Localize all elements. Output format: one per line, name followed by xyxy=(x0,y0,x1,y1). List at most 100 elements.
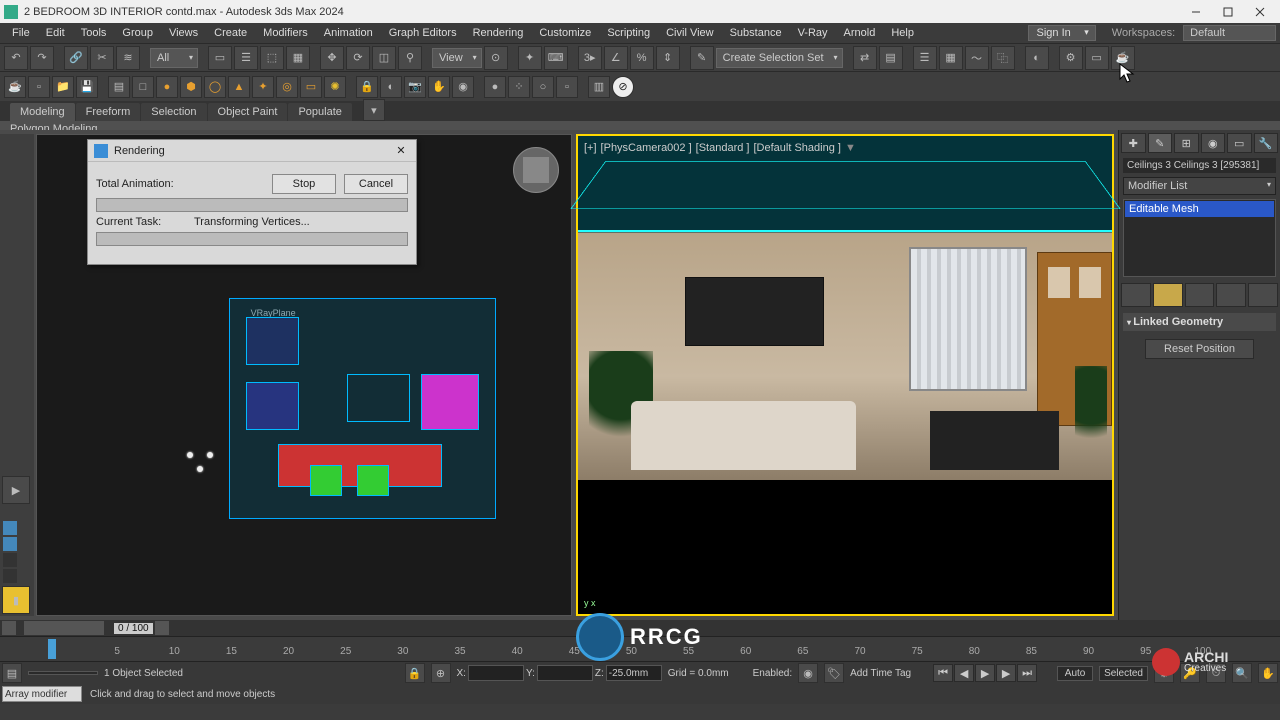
display-panel-tab[interactable]: ▭ xyxy=(1227,133,1252,153)
prev-frame-icon[interactable]: ◀ xyxy=(954,664,974,682)
track-right-arrow-icon[interactable] xyxy=(155,621,169,635)
redo-icon[interactable]: ↷ xyxy=(30,46,54,70)
tab-objectpaint[interactable]: Object Paint xyxy=(208,103,288,121)
menu-grapheditors[interactable]: Graph Editors xyxy=(381,27,465,39)
menu-file[interactable]: File xyxy=(4,27,38,39)
particle-icon[interactable]: ◉ xyxy=(452,76,474,98)
ribbon-ext-icon[interactable]: ▾ xyxy=(363,99,385,121)
object-name-field[interactable]: Ceilings 3 Ceilings 3 [295381] xyxy=(1123,158,1276,173)
menu-create[interactable]: Create xyxy=(206,27,255,39)
lock-selection-icon[interactable]: 🔒 xyxy=(405,663,425,683)
maxscript-mini-listener[interactable] xyxy=(2,686,82,702)
window-crossing-icon[interactable]: ▦ xyxy=(286,46,310,70)
coord-z-input[interactable] xyxy=(606,665,662,681)
time-slider[interactable] xyxy=(24,621,104,635)
vp-standard-label[interactable]: [Standard ] xyxy=(696,142,750,154)
tab-populate[interactable]: Populate xyxy=(288,103,351,121)
tool-icon[interactable]: ✋ xyxy=(428,76,450,98)
pin-stack-icon[interactable] xyxy=(1121,283,1151,307)
transform-type-in[interactable] xyxy=(28,671,98,675)
project-icon[interactable]: ▤ xyxy=(108,76,130,98)
menu-modifiers[interactable]: Modifiers xyxy=(255,27,316,39)
vp-menu-icon[interactable]: ▼ xyxy=(845,142,856,154)
snap-toggle-icon[interactable]: 3▸ xyxy=(578,46,602,70)
render-frame-icon[interactable]: ▭ xyxy=(1085,46,1109,70)
maximize-button[interactable] xyxy=(1212,0,1244,23)
use-center-icon[interactable]: ⊙ xyxy=(484,46,508,70)
box-primitive-icon[interactable]: □ xyxy=(132,76,154,98)
make-unique-icon[interactable] xyxy=(1185,283,1215,307)
geosphere-icon[interactable]: ✦ xyxy=(252,76,274,98)
create-panel-tab[interactable]: ✚ xyxy=(1121,133,1146,153)
render-production-icon[interactable]: ☕ xyxy=(1111,46,1135,70)
selection-lock-icon[interactable]: 🔒 xyxy=(356,76,378,98)
menu-substance[interactable]: Substance xyxy=(722,27,790,39)
menu-arnold[interactable]: Arnold xyxy=(836,27,884,39)
cube-icon[interactable]: ▫ xyxy=(556,76,578,98)
select-object-icon[interactable]: ▭ xyxy=(208,46,232,70)
viewcube-icon[interactable] xyxy=(513,147,559,193)
move-icon[interactable]: ✥ xyxy=(320,46,344,70)
motion-panel-tab[interactable]: ◉ xyxy=(1201,133,1226,153)
grey-sphere-icon[interactable]: ● xyxy=(484,76,506,98)
isolate-icon[interactable]: ◐ xyxy=(380,76,402,98)
menu-help[interactable]: Help xyxy=(883,27,922,39)
dialog-close-button[interactable]: ✕ xyxy=(392,142,410,160)
save-icon[interactable]: 💾 xyxy=(76,76,98,98)
tube-icon[interactable]: ◎ xyxy=(276,76,298,98)
cone-icon[interactable]: ▲ xyxy=(228,76,250,98)
configure-sets-icon[interactable] xyxy=(1248,283,1278,307)
tab-selection[interactable]: Selection xyxy=(141,103,206,121)
align-icon[interactable]: ▤ xyxy=(879,46,903,70)
hierarchy-panel-tab[interactable]: ⊞ xyxy=(1174,133,1199,153)
menu-group[interactable]: Group xyxy=(114,27,161,39)
ref-coord-system[interactable]: View xyxy=(432,48,482,68)
timeline-marker[interactable] xyxy=(48,639,56,659)
torus-icon[interactable]: ◯ xyxy=(204,76,226,98)
layer-explorer-icon[interactable]: ☰ xyxy=(913,46,937,70)
goto-end-icon[interactable]: ⏭ xyxy=(1017,664,1037,682)
selection-filter[interactable]: All xyxy=(150,48,198,68)
absolute-mode-icon[interactable]: ⊕ xyxy=(431,663,451,683)
spinner-snap-icon[interactable]: ⇕ xyxy=(656,46,680,70)
play-icon[interactable]: ▶ xyxy=(975,664,995,682)
keyboard-shortcut-icon[interactable]: ⌨ xyxy=(544,46,568,70)
auto-key-button[interactable]: Auto xyxy=(1057,666,1093,681)
link-icon[interactable]: 🔗 xyxy=(64,46,88,70)
render-setup-icon[interactable]: ⚙ xyxy=(1059,46,1083,70)
coord-x-input[interactable] xyxy=(468,665,524,681)
expand-viewport-icon[interactable]: ▶ xyxy=(2,476,30,504)
rollout-linked-geometry[interactable]: Linked Geometry xyxy=(1123,313,1276,331)
tab-freeform[interactable]: Freeform xyxy=(76,103,141,121)
angle-snap-icon[interactable]: ∠ xyxy=(604,46,628,70)
select-region-icon[interactable]: ⬚ xyxy=(260,46,284,70)
placement-icon[interactable]: ⚲ xyxy=(398,46,422,70)
signin-dropdown[interactable]: Sign In xyxy=(1028,25,1096,41)
light-icon[interactable]: ✺ xyxy=(324,76,346,98)
open-file-icon[interactable]: 📁 xyxy=(52,76,74,98)
menu-rendering[interactable]: Rendering xyxy=(465,27,532,39)
goto-start-icon[interactable]: ⏮ xyxy=(933,664,953,682)
workspace-select[interactable]: Default xyxy=(1183,25,1276,41)
stop-button[interactable]: Stop xyxy=(272,174,336,194)
select-manipulate-icon[interactable]: ✦ xyxy=(518,46,542,70)
vp-camera-label[interactable]: [PhysCamera002 ] xyxy=(601,142,692,154)
modify-panel-tab[interactable]: ✎ xyxy=(1148,133,1173,153)
minimize-button[interactable] xyxy=(1180,0,1212,23)
add-time-tag-icon[interactable]: 🏷 xyxy=(824,663,844,683)
new-scene-icon[interactable]: ▫ xyxy=(28,76,50,98)
vp-plus[interactable]: [+] xyxy=(584,142,597,154)
viewport-top[interactable]: VRayPlane Rendering ✕ xyxy=(36,134,572,616)
modifier-editable-mesh[interactable]: Editable Mesh xyxy=(1125,201,1274,217)
reset-position-button[interactable]: Reset Position xyxy=(1145,339,1254,359)
utilities-panel-tab[interactable]: 🔧 xyxy=(1254,133,1279,153)
camera-icon[interactable]: 📷 xyxy=(404,76,426,98)
close-button[interactable] xyxy=(1244,0,1276,23)
container-icon[interactable]: ▥ xyxy=(588,76,610,98)
material-editor-icon[interactable]: ◐ xyxy=(1025,46,1049,70)
viewport-camera[interactable]: [+] [PhysCamera002 ] [Standard ] [Defaul… xyxy=(576,134,1114,616)
add-time-tag-label[interactable]: Add Time Tag xyxy=(850,668,911,679)
coord-y-input[interactable] xyxy=(537,665,593,681)
menu-vray[interactable]: V-Ray xyxy=(790,27,836,39)
track-left-arrow-icon[interactable] xyxy=(2,621,16,635)
